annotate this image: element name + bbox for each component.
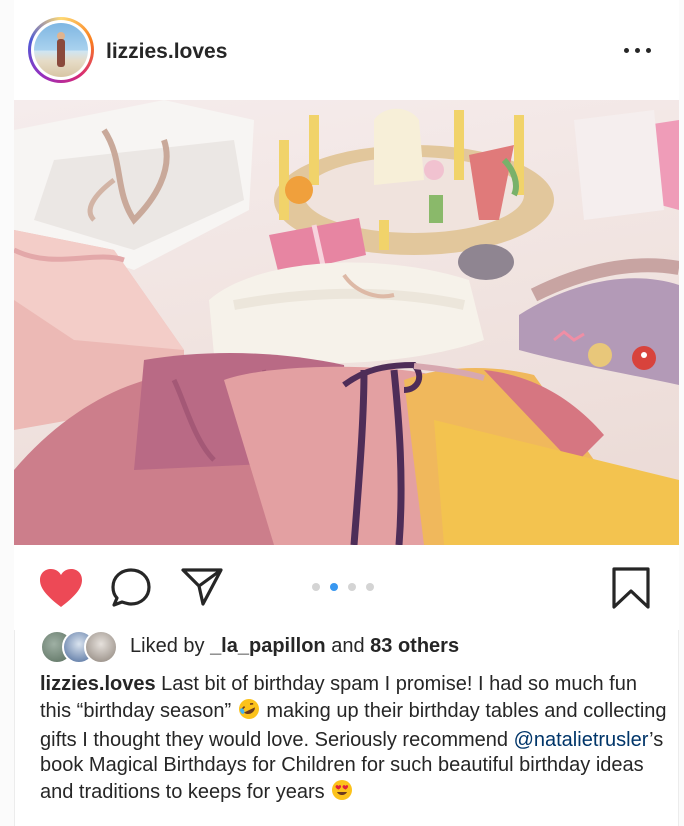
heart-eyes-emoji bbox=[330, 778, 354, 809]
screen-edge-left bbox=[0, 0, 15, 826]
more-horizontal-icon[interactable] bbox=[623, 48, 653, 56]
post-caption: lizzies.loves Last bit of birthday spam … bbox=[40, 672, 670, 809]
likes-row: Liked by _la_papillon and 83 others bbox=[14, 630, 679, 666]
instagram-post: lizzies.loves Liked by _la_papillon and … bbox=[0, 0, 684, 826]
comment-icon[interactable] bbox=[110, 567, 152, 609]
carousel-dot bbox=[312, 583, 320, 591]
birthday-table-photo bbox=[14, 100, 679, 545]
carousel-dots bbox=[312, 581, 382, 593]
liker-username[interactable]: _la_papillon bbox=[210, 635, 326, 657]
username-link[interactable]: lizzies.loves bbox=[106, 40, 227, 64]
mention-link[interactable]: @natalietrusler bbox=[514, 729, 650, 751]
caption-username[interactable]: lizzies.loves bbox=[40, 673, 156, 695]
heart-filled-icon[interactable] bbox=[38, 567, 84, 609]
bookmark-icon[interactable] bbox=[611, 566, 651, 610]
liked-by-text: Liked by _la_papillon and 83 others bbox=[130, 635, 460, 657]
liker-avatars bbox=[40, 630, 120, 664]
carousel-dot bbox=[366, 583, 374, 591]
post-actions bbox=[14, 545, 679, 630]
likes-count[interactable]: 83 others bbox=[370, 635, 459, 657]
post-photo[interactable] bbox=[14, 100, 679, 545]
carousel-dot bbox=[348, 583, 356, 591]
liker-avatar[interactable] bbox=[84, 630, 118, 664]
carousel-dot-active bbox=[330, 583, 338, 591]
rolling-on-floor-laughing-emoji bbox=[237, 697, 261, 728]
post-header: lizzies.loves bbox=[14, 0, 679, 100]
avatar[interactable] bbox=[28, 17, 94, 83]
share-icon[interactable] bbox=[180, 566, 224, 608]
avatar-photo bbox=[34, 23, 88, 77]
